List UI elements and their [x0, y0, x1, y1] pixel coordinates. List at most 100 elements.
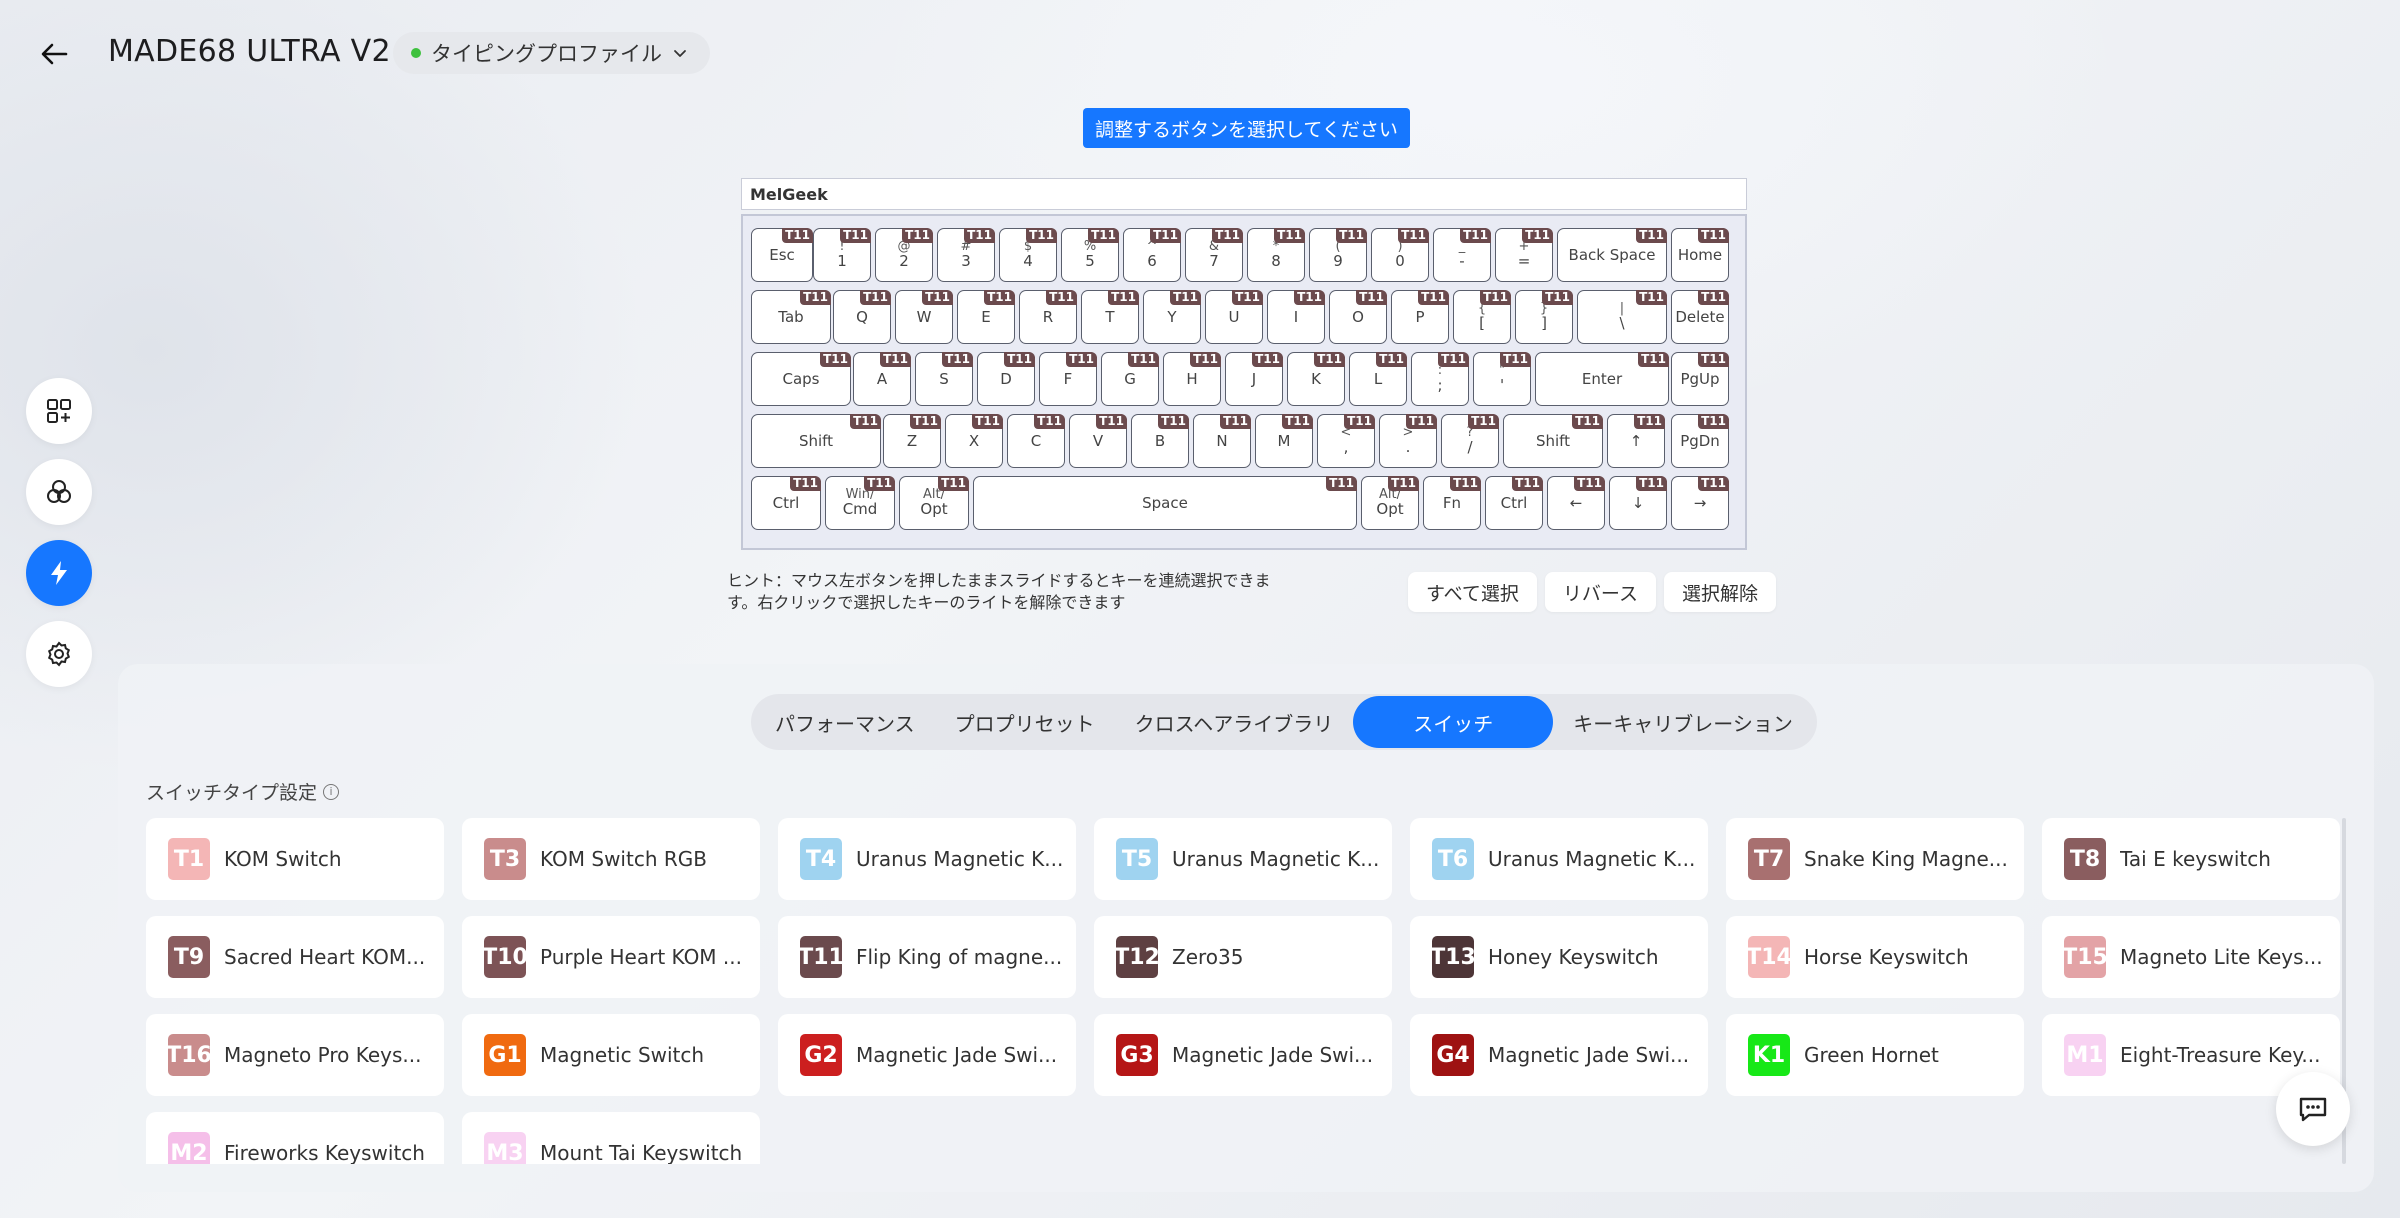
key-3-8[interactable]: T11 <, — [1317, 414, 1375, 468]
key-0-3[interactable]: T11 #3 — [937, 228, 995, 282]
sidebar-item-layout[interactable] — [26, 378, 92, 444]
select-all-button[interactable]: すべて選択 — [1408, 572, 1537, 612]
key-0-11[interactable]: T11 _ - — [1433, 228, 1491, 282]
key-4-0[interactable]: T11 Ctrl — [751, 476, 821, 530]
key-2-4[interactable]: T11 F — [1039, 352, 1097, 406]
key-0-13[interactable]: T11 Back Space — [1557, 228, 1667, 282]
key-0-10[interactable]: T11) 0 — [1371, 228, 1429, 282]
key-1-0[interactable]: T11 Tab — [751, 290, 831, 344]
key-4-2[interactable]: T11 Alt/Opt — [899, 476, 969, 530]
key-4-7[interactable]: T11 ← — [1547, 476, 1605, 530]
key-3-0[interactable]: T11 Shift — [751, 414, 881, 468]
key-4-3[interactable]: T11 Space — [973, 476, 1357, 530]
reverse-button[interactable]: リバース — [1544, 572, 1656, 612]
key-2-1[interactable]: T11 A — [853, 352, 911, 406]
key-1-5[interactable]: T11 T — [1081, 290, 1139, 344]
chat-button[interactable] — [2276, 1072, 2350, 1146]
switch-card[interactable]: T8 Tai E keyswitch — [2042, 818, 2340, 900]
key-4-1[interactable]: T11 Win/Cmd — [825, 476, 895, 530]
key-2-8[interactable]: T11 K — [1287, 352, 1345, 406]
switch-card[interactable]: G2 Magnetic Jade Swi... — [778, 1014, 1076, 1096]
key-1-2[interactable]: T11 W — [895, 290, 953, 344]
key-1-11[interactable]: T11{[ — [1453, 290, 1511, 344]
key-1-3[interactable]: T11 E — [957, 290, 1015, 344]
tab-4[interactable]: キーキャリブレーション — [1553, 696, 1813, 748]
key-1-9[interactable]: T11 O — [1329, 290, 1387, 344]
key-3-1[interactable]: T11 Z — [883, 414, 941, 468]
switch-card[interactable]: T4 Uranus Magnetic K... — [778, 818, 1076, 900]
key-2-13[interactable]: T11 PgUp — [1671, 352, 1729, 406]
key-0-0[interactable]: T11 Esc — [751, 228, 813, 282]
key-2-7[interactable]: T11 J — [1225, 352, 1283, 406]
switch-card[interactable]: T13 Honey Keyswitch — [1410, 916, 1708, 998]
key-3-4[interactable]: T11 V — [1069, 414, 1127, 468]
key-0-9[interactable]: T11(9 — [1309, 228, 1367, 282]
tab-3[interactable]: スイッチ — [1353, 696, 1554, 748]
switch-card[interactable]: G3 Magnetic Jade Swi... — [1094, 1014, 1392, 1096]
key-0-4[interactable]: T11 $4 — [999, 228, 1057, 282]
profile-dropdown[interactable]: タイピングプロファイル — [393, 32, 710, 74]
key-2-6[interactable]: T11 H — [1163, 352, 1221, 406]
switch-card[interactable]: T15 Magneto Lite Keys... — [2042, 916, 2340, 998]
switch-card[interactable]: M3 Mount Tai Keyswitch — [462, 1112, 760, 1164]
switch-card[interactable]: T3 KOM Switch RGB — [462, 818, 760, 900]
switch-card[interactable]: T5 Uranus Magnetic K... — [1094, 818, 1392, 900]
switch-card[interactable]: T6 Uranus Magnetic K... — [1410, 818, 1708, 900]
switch-card[interactable]: K1 Green Hornet — [1726, 1014, 2024, 1096]
switch-card[interactable]: T9 Sacred Heart KOM... — [146, 916, 444, 998]
key-3-10[interactable]: T11? / — [1441, 414, 1499, 468]
switch-card[interactable]: T1 KOM Switch — [146, 818, 444, 900]
switch-card[interactable]: T14 Horse Keyswitch — [1726, 916, 2024, 998]
switch-card[interactable]: G1 Magnetic Switch — [462, 1014, 760, 1096]
key-3-9[interactable]: T11 >. — [1379, 414, 1437, 468]
key-2-12[interactable]: T11 Enter — [1535, 352, 1669, 406]
key-4-4[interactable]: T11 Alt/Opt — [1361, 476, 1419, 530]
tab-1[interactable]: プロプリセット — [935, 696, 1115, 748]
key-3-2[interactable]: T11 X — [945, 414, 1003, 468]
switch-card[interactable]: G4 Magnetic Jade Swi... — [1410, 1014, 1708, 1096]
sidebar-item-lighting[interactable] — [26, 459, 92, 525]
switch-card[interactable]: T10 Purple Heart KOM ... — [462, 916, 760, 998]
key-0-2[interactable]: T11 @2 — [875, 228, 933, 282]
key-0-5[interactable]: T11% 5 — [1061, 228, 1119, 282]
key-3-11[interactable]: T11 Shift — [1503, 414, 1603, 468]
key-3-13[interactable]: T11 PgDn — [1671, 414, 1729, 468]
key-2-0[interactable]: T11 Caps — [751, 352, 851, 406]
key-1-12[interactable]: T11}] — [1515, 290, 1573, 344]
key-0-7[interactable]: T11 & 7 — [1185, 228, 1243, 282]
key-1-4[interactable]: T11 R — [1019, 290, 1077, 344]
sidebar-item-performance[interactable] — [26, 540, 92, 606]
key-2-3[interactable]: T11 D — [977, 352, 1035, 406]
key-1-8[interactable]: T11 I — [1267, 290, 1325, 344]
key-2-5[interactable]: T11 G — [1101, 352, 1159, 406]
back-button[interactable] — [34, 34, 74, 74]
sidebar-item-settings[interactable] — [26, 621, 92, 687]
key-0-1[interactable]: T11! 1 — [813, 228, 871, 282]
key-3-12[interactable]: T11 ↑ — [1607, 414, 1665, 468]
tab-0[interactable]: パフォーマンス — [755, 696, 935, 748]
key-1-10[interactable]: T11 P — [1391, 290, 1449, 344]
key-4-5[interactable]: T11 Fn — [1423, 476, 1481, 530]
info-icon[interactable]: i — [323, 783, 340, 800]
key-1-7[interactable]: T11 U — [1205, 290, 1263, 344]
key-0-12[interactable]: T11 + = — [1495, 228, 1553, 282]
switch-card[interactable]: T7 Snake King Magne... — [1726, 818, 2024, 900]
tab-2[interactable]: クロスヘアライブラリ — [1115, 696, 1354, 748]
switch-card[interactable]: M2 Fireworks Keyswitch — [146, 1112, 444, 1164]
key-4-8[interactable]: T11 ↓ — [1609, 476, 1667, 530]
key-3-3[interactable]: T11 C — [1007, 414, 1065, 468]
key-4-9[interactable]: T11 → — [1671, 476, 1729, 530]
key-2-2[interactable]: T11 S — [915, 352, 973, 406]
key-0-14[interactable]: T11 Home — [1671, 228, 1729, 282]
key-2-11[interactable]: T11 " ' — [1473, 352, 1531, 406]
switch-card[interactable]: T11 Flip King of magne... — [778, 916, 1076, 998]
key-1-1[interactable]: T11 Q — [833, 290, 891, 344]
key-1-6[interactable]: T11 Y — [1143, 290, 1201, 344]
key-1-13[interactable]: T11 | \ — [1577, 290, 1667, 344]
switch-card[interactable]: T12 Zero35 — [1094, 916, 1392, 998]
key-2-9[interactable]: T11 L — [1349, 352, 1407, 406]
key-3-5[interactable]: T11 B — [1131, 414, 1189, 468]
switch-card[interactable]: T16 Magneto Pro Keys... — [146, 1014, 444, 1096]
key-4-6[interactable]: T11 Ctrl — [1485, 476, 1543, 530]
key-1-14[interactable]: T11 Delete — [1671, 290, 1729, 344]
